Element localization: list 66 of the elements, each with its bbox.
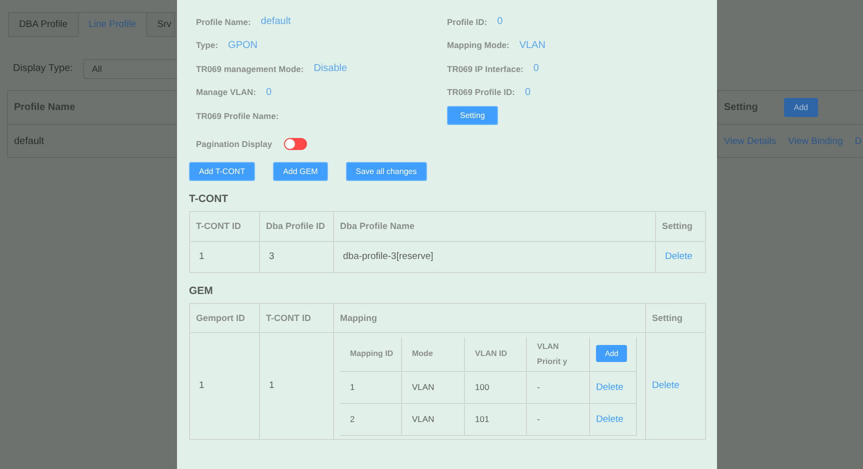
delete-link[interactable]: Delete <box>596 382 624 392</box>
table-cell: VLAN <box>412 414 434 424</box>
table-cell: 2 <box>350 414 355 424</box>
field-value: Disable <box>314 63 348 74</box>
table-cell: - <box>537 414 540 424</box>
table-cell: - <box>537 382 540 392</box>
setting-button[interactable]: Setting <box>447 106 498 126</box>
column-header: Mapping <box>340 312 377 322</box>
table-cell: dba-profile-3[reserve] <box>343 251 434 262</box>
table-cell: 1 <box>199 251 204 262</box>
column-header: Setting <box>724 102 758 113</box>
action-link[interactable]: D <box>854 136 862 146</box>
pagination-toggle[interactable] <box>284 138 308 150</box>
column-header: Profile Name <box>14 102 76 113</box>
pagination-label: Pagination Display <box>196 138 272 148</box>
field-label: TR069 management Mode: <box>196 64 304 74</box>
field-label: TR069 Profile ID: <box>447 87 516 98</box>
table-cell: VLAN <box>412 382 434 392</box>
column-header: VLAN ID <box>475 348 507 360</box>
action-button[interactable]: Add T-CONT <box>189 162 256 180</box>
add-button[interactable]: Add <box>784 98 818 117</box>
delete-link[interactable]: Delete <box>596 414 624 424</box>
field-label: Mapping Mode: <box>447 40 510 50</box>
field-label: TR069 IP Interface: <box>447 64 524 74</box>
action-link[interactable]: View Details <box>724 136 776 146</box>
field-value: 0 <box>525 86 531 98</box>
field-value: 0 <box>533 63 539 74</box>
field-value: VLAN <box>519 40 546 51</box>
delete-link[interactable]: Delete <box>652 380 680 391</box>
column-header: Setting <box>662 221 692 231</box>
column-header: Gemport ID <box>196 312 246 322</box>
field-label: Type: <box>196 40 218 50</box>
field-label: Profile ID: <box>447 16 488 27</box>
action-button[interactable]: Add GEM <box>273 162 328 180</box>
tab[interactable]: Line Profile <box>78 12 148 37</box>
table-cell: 1 <box>350 382 355 392</box>
column-header: Mode <box>412 348 433 360</box>
table-cell: 3 <box>269 251 274 262</box>
table-cell: 101 <box>475 414 490 424</box>
field-label: Profile Name: <box>196 16 251 27</box>
display-type-select[interactable]: All <box>82 58 177 78</box>
column-header: Dba Profile ID <box>266 221 326 231</box>
field-value: GPON <box>228 40 258 51</box>
column-header: T-CONT ID <box>196 221 241 231</box>
field-value: 0 <box>266 86 272 98</box>
section-title: GEM <box>189 284 214 298</box>
field-label: TR069 Profile Name: <box>196 110 279 121</box>
action-button[interactable]: Save all changes <box>346 162 427 180</box>
section-title: T-CONT <box>189 192 230 206</box>
column-header: VLAN Priorit y <box>537 340 568 368</box>
table-cell: 1 <box>269 380 274 391</box>
action-link[interactable]: View Binding <box>788 136 843 146</box>
tab[interactable]: DBA Profile <box>8 12 79 37</box>
field-label: Manage VLAN: <box>196 87 256 98</box>
column-header: Setting <box>652 312 682 322</box>
column-header: Dba Profile Name <box>340 221 415 231</box>
field-value: 0 <box>497 16 503 28</box>
table-cell: 100 <box>475 382 490 392</box>
column-header: Mapping ID <box>350 348 394 360</box>
column-header: T-CONT ID <box>266 312 311 322</box>
display-type-label: Display Type: <box>13 63 73 74</box>
table-cell: default <box>14 136 44 146</box>
field-value: default <box>260 16 291 28</box>
tab[interactable]: Srv <box>146 12 176 37</box>
table-cell: 1 <box>199 380 204 391</box>
delete-link[interactable]: Delete <box>665 251 692 262</box>
